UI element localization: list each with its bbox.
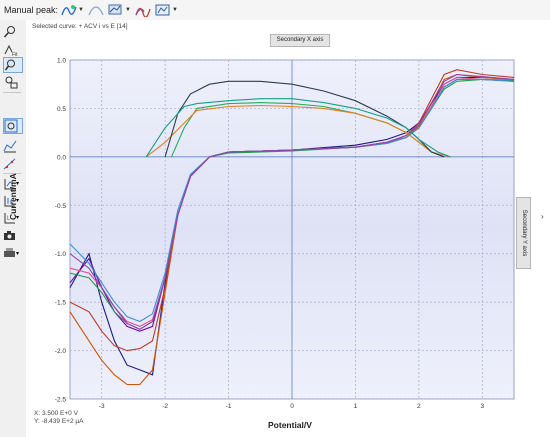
x-tick-label: -2 (162, 403, 168, 410)
y-tick-label: -1.0 (55, 251, 67, 258)
x-axis-title: Potential/V (268, 420, 312, 430)
x-tick-label: 3 (480, 403, 484, 410)
x-tick-label: 1 (354, 403, 358, 410)
voltammogram-chart[interactable]: -3 -2 -1 0 1 2 3 1.0 0.5 0.0 -0.5 -1.0 -1.5 -2.0 -2.5 (0, 0, 550, 437)
cursor-x-readout: X: 3.500 E+0 V (34, 410, 78, 417)
y-tick-label: 1.0 (57, 58, 66, 65)
y-tick-label: 0.0 (57, 154, 66, 161)
cursor-y-readout: Y: -8.439 E+2 μA (34, 418, 84, 425)
y-tick-label: -2.0 (55, 348, 67, 355)
y-tick-label: 0.5 (57, 106, 66, 113)
x-tick-label: 2 (417, 403, 421, 410)
y-tick-label: -2.5 (55, 397, 67, 404)
x-tick-label: 0 (290, 403, 294, 410)
y-axis-title: Current/mA (8, 173, 18, 220)
cursor-coords: X: 3.500 E+0 V Y: -8.439 E+2 μA (34, 410, 83, 426)
y-tick-label: -0.5 (55, 203, 67, 210)
x-tick-label: -3 (99, 403, 105, 410)
x-tick-label: -1 (226, 403, 232, 410)
y-tick-label: -1.5 (55, 300, 67, 307)
